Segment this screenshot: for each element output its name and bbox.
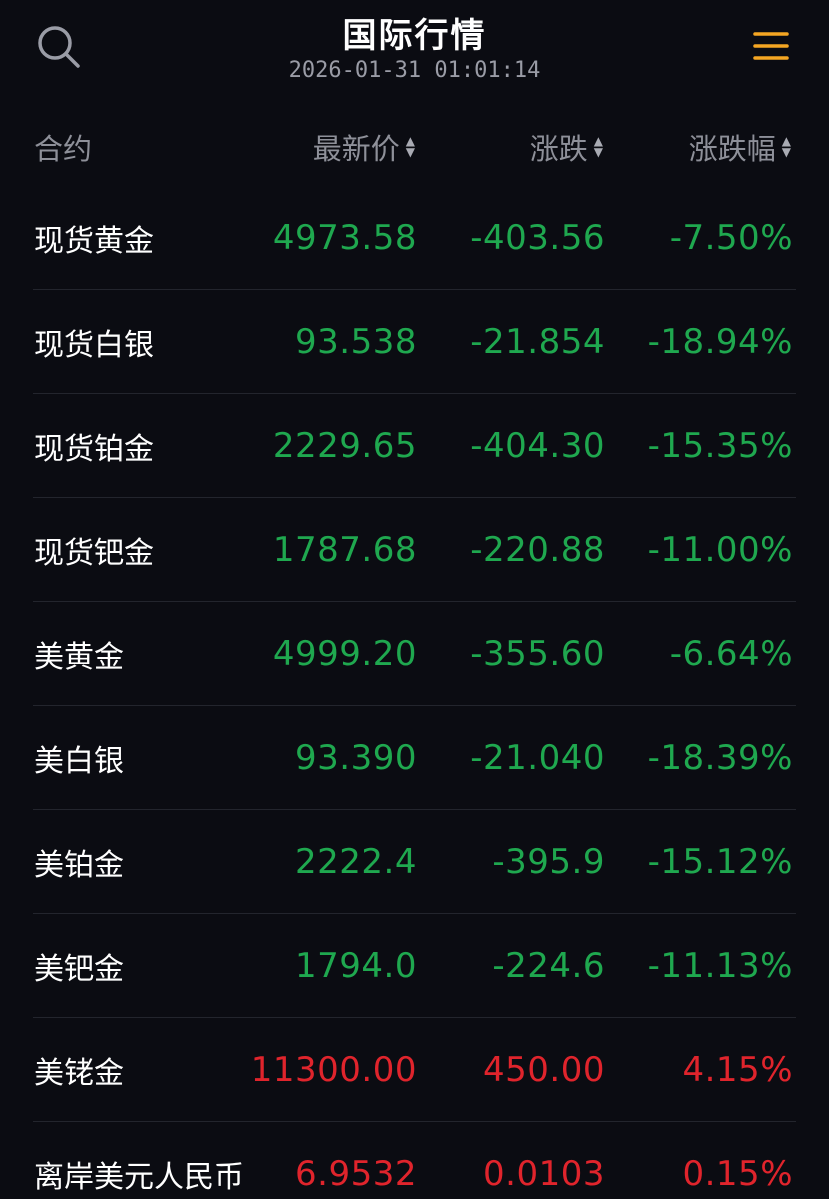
price-change-pct: -15.12% xyxy=(647,841,793,882)
latest-price: 4973.58 xyxy=(272,217,417,258)
latest-price: 11300.00 xyxy=(250,1049,417,1090)
market-screen: 国际行情 2026-01-31 01:01:14 合约 最新价 ▲ ▼ 涨跌 ▲ ▼… xyxy=(0,0,829,1199)
price-change-pct: -18.39% xyxy=(647,737,793,778)
price-change-pct: -15.35% xyxy=(647,425,793,466)
price-change-pct: -7.50% xyxy=(669,217,793,258)
column-header-pct-label: 涨跌幅 xyxy=(688,132,776,166)
latest-price: 4999.20 xyxy=(272,633,417,674)
latest-price: 93.538 xyxy=(295,321,417,362)
menu-icon[interactable] xyxy=(753,30,789,62)
table-row[interactable]: 现货白银 93.538 -21.854 -18.94% xyxy=(33,290,796,394)
contract-name: 离岸美元人民币 xyxy=(34,1159,244,1195)
sort-updown-icon[interactable]: ▲ ▼ xyxy=(406,135,415,158)
sort-updown-icon[interactable]: ▲ ▼ xyxy=(782,135,791,158)
column-header-price-label: 最新价 xyxy=(312,132,400,166)
table-row[interactable]: 现货黄金 4973.58 -403.56 -7.50% xyxy=(33,186,796,290)
column-header-change[interactable]: 涨跌 ▲ ▼ xyxy=(530,126,603,168)
table-row[interactable]: 美铑金 11300.00 450.00 4.15% xyxy=(33,1018,796,1122)
price-change: -355.60 xyxy=(470,633,605,674)
price-change: -404.30 xyxy=(470,425,605,466)
price-change: -224.6 xyxy=(492,945,605,986)
price-change-pct: -11.00% xyxy=(647,529,793,570)
price-change: -395.9 xyxy=(492,841,605,882)
price-change: 450.00 xyxy=(483,1049,605,1090)
price-change-pct: -18.94% xyxy=(647,321,793,362)
price-change: -21.040 xyxy=(470,737,605,778)
contract-name: 现货白银 xyxy=(34,327,154,363)
column-header-price[interactable]: 最新价 ▲ ▼ xyxy=(313,126,415,168)
sort-updown-icon[interactable]: ▲ ▼ xyxy=(594,135,603,158)
latest-price: 93.390 xyxy=(295,737,417,778)
table-row[interactable]: 美黄金 4999.20 -355.60 -6.64% xyxy=(33,602,796,706)
column-header-name: 合约 xyxy=(34,126,92,168)
column-header-name-label: 合约 xyxy=(34,132,93,166)
contract-name: 美白银 xyxy=(34,743,124,779)
contract-name: 美钯金 xyxy=(34,951,124,987)
price-change: -403.56 xyxy=(470,217,605,258)
latest-price: 2222.4 xyxy=(295,841,417,882)
table-row[interactable]: 现货铂金 2229.65 -404.30 -15.35% xyxy=(33,394,796,498)
latest-price: 1794.0 xyxy=(295,945,417,986)
latest-price: 1787.68 xyxy=(272,529,417,570)
table-row[interactable]: 美铂金 2222.4 -395.9 -15.12% xyxy=(33,810,796,914)
price-change-pct: 4.15% xyxy=(682,1049,793,1090)
column-header-change-label: 涨跌 xyxy=(529,132,588,166)
page-title: 国际行情 xyxy=(342,16,487,56)
contract-name: 美铑金 xyxy=(34,1055,124,1091)
table-row[interactable]: 离岸美元人民币 6.9532 0.0103 0.15% xyxy=(33,1122,796,1199)
latest-price: 2229.65 xyxy=(272,425,417,466)
price-change-pct: -11.13% xyxy=(647,945,793,986)
table-row[interactable]: 美白银 93.390 -21.040 -18.39% xyxy=(33,706,796,810)
quote-list: 现货黄金 4973.58 -403.56 -7.50% 现货白银 93.538 … xyxy=(0,186,829,1199)
update-timestamp: 2026-01-31 01:01:14 xyxy=(288,58,541,83)
contract-name: 现货钯金 xyxy=(34,535,154,571)
contract-name: 美铂金 xyxy=(34,847,124,883)
latest-price: 6.9532 xyxy=(295,1153,417,1194)
contract-name: 现货铂金 xyxy=(34,431,154,467)
table-row[interactable]: 现货钯金 1787.68 -220.88 -11.00% xyxy=(33,498,796,602)
price-change: -220.88 xyxy=(470,529,605,570)
contract-name: 现货黄金 xyxy=(34,223,154,259)
table-header: 合约 最新价 ▲ ▼ 涨跌 ▲ ▼ 涨跌幅 ▲ ▼ xyxy=(0,108,829,186)
price-change-pct: -6.64% xyxy=(669,633,793,674)
top-bar: 国际行情 2026-01-31 01:01:14 xyxy=(0,0,829,108)
contract-name: 美黄金 xyxy=(34,639,124,675)
price-change: 0.0103 xyxy=(483,1153,605,1194)
price-change: -21.854 xyxy=(470,321,605,362)
table-row[interactable]: 美钯金 1794.0 -224.6 -11.13% xyxy=(33,914,796,1018)
column-header-pct[interactable]: 涨跌幅 ▲ ▼ xyxy=(689,126,791,168)
price-change-pct: 0.15% xyxy=(682,1153,793,1194)
